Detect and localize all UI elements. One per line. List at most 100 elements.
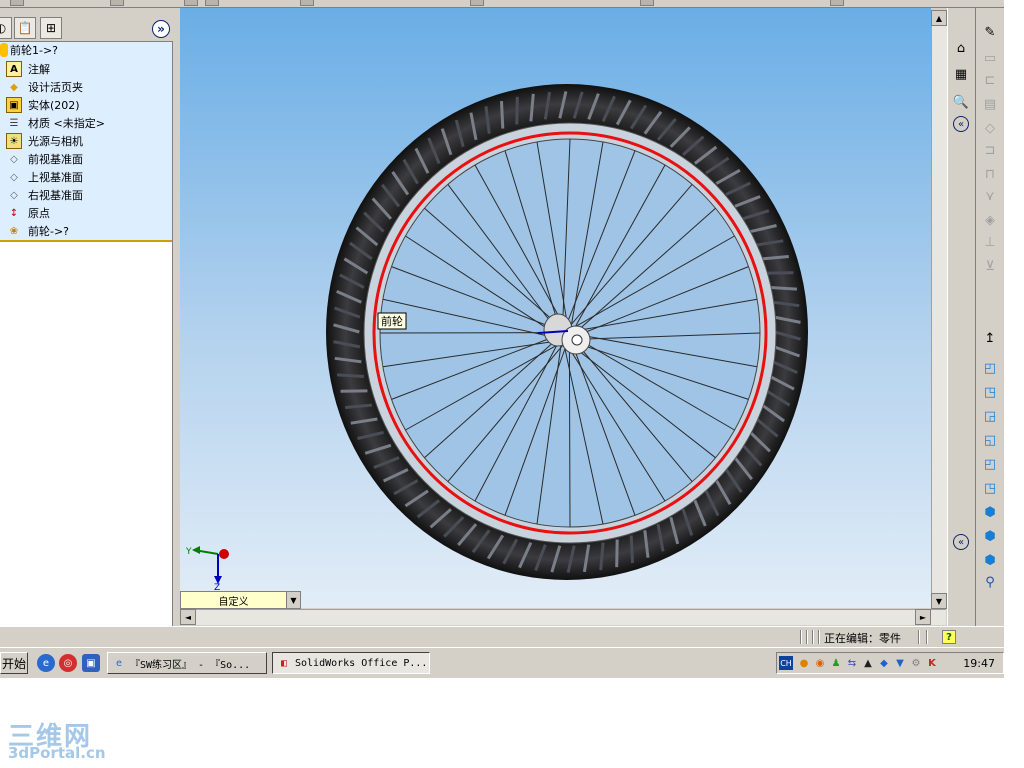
scroll-up-button[interactable]: ▲ [931, 10, 947, 26]
watermark-site: 3dPortal.cn [8, 744, 106, 762]
tree-item-label: 上视基准面 [28, 171, 83, 184]
wheel-group [326, 84, 808, 580]
qq-icon[interactable]: ● [797, 656, 811, 670]
start-button[interactable]: 开始 [0, 652, 28, 674]
tree-item-annotations[interactable]: A 注解 [6, 60, 50, 78]
security-icon[interactable]: ◆ [877, 656, 891, 670]
scroll-left-button[interactable]: ◄ [180, 609, 196, 625]
file-explorer-icon[interactable]: 🔍 [951, 92, 971, 112]
browser-icon[interactable]: ◎ [59, 654, 77, 672]
wheel-model[interactable]: 前轮 Y Z [180, 8, 931, 608]
tread-block [515, 96, 519, 125]
view-toolbar: ✎ ▭ ⊏ ▤ ◇ ⊐ ⊓ ⋎ ◈ ⊥ ⊻ ↥ ◰ ◳ ◲ ◱ ◰ ◳ ⬢ ⬢ … [975, 8, 1004, 626]
tree-item-design-binder[interactable]: ◆ 设计活页夹 [6, 78, 83, 96]
tree-item-lights-cameras[interactable]: ☀ 光源与相机 [6, 132, 83, 150]
user-icon[interactable]: ♟ [829, 656, 843, 670]
toolbar-button[interactable] [10, 0, 24, 6]
ie-icon[interactable]: e [37, 654, 55, 672]
tab-property-manager[interactable]: 📋 [14, 17, 36, 39]
normal-to-icon[interactable]: ↥ [980, 328, 1000, 348]
sketch-tool-icon[interactable]: ⊥ [980, 232, 1000, 252]
double-chevron-left-icon[interactable]: « [953, 534, 969, 550]
design-library-icon[interactable]: ▦ [951, 64, 971, 84]
sketch-tool-icon[interactable]: ⊐ [980, 140, 1000, 160]
home-icon[interactable]: ⌂ [951, 38, 971, 58]
double-chevron-left-icon[interactable]: « [953, 116, 969, 132]
pencil-icon[interactable]: ✎ [980, 22, 1000, 42]
sketch-tool-icon[interactable]: ◇ [980, 118, 1000, 138]
tree-item-right-plane[interactable]: ◇ 右视基准面 [6, 186, 83, 204]
vertical-scrollbar[interactable]: ▲ ▼ [931, 10, 947, 610]
k-app-icon[interactable]: K [925, 656, 939, 670]
bottom-view-icon[interactable]: ◳ [980, 478, 1000, 498]
scroll-down-button[interactable]: ▼ [931, 593, 947, 609]
task-label: 『SW练习区』 - 『So... [130, 659, 251, 671]
taskbar-window-solidworks[interactable]: ◧ SolidWorks Office P... [272, 652, 430, 674]
solidworks-icon: ◧ [280, 657, 288, 669]
trimetric-view-icon[interactable]: ⬢ [980, 526, 1000, 546]
desktop-icon[interactable]: ▣ [82, 654, 100, 672]
dimetric-view-icon[interactable]: ⬢ [980, 550, 1000, 570]
status-bar: 正在编辑：零件 ? [0, 626, 1004, 646]
right-view-icon[interactable]: ◱ [980, 430, 1000, 450]
tab-configuration-manager[interactable]: ⊞ [40, 17, 62, 39]
scroll-right-button[interactable]: ► [915, 609, 931, 625]
tree-item-part[interactable]: ❀ 前轮->? [6, 222, 69, 240]
toolbar-button[interactable] [205, 0, 219, 6]
sketch-tool-icon[interactable]: ⊻ [980, 256, 1000, 276]
toolbar-button[interactable] [640, 0, 654, 6]
isometric-view-icon[interactable]: ⬢ [980, 502, 1000, 522]
toolbar-button[interactable] [184, 0, 198, 6]
double-chevron-right-icon: » [157, 22, 165, 36]
chevron-down-icon[interactable]: ▼ [286, 592, 300, 608]
toolbar-button[interactable] [470, 0, 484, 6]
design-binder-icon: ◆ [10, 81, 18, 93]
network-icon[interactable]: ⇆ [845, 656, 859, 670]
annotation-icon: A [6, 61, 22, 77]
tree-item-origin[interactable]: ↕ 原点 [6, 204, 50, 222]
view-orientation-value: 自定义 [218, 596, 249, 608]
tree-item-front-plane[interactable]: ◇ 前视基准面 [6, 150, 83, 168]
lock-icon[interactable]: ▲ [861, 656, 875, 670]
messenger-icon[interactable]: ◉ [813, 656, 827, 670]
antivirus-icon[interactable]: ▼ [893, 656, 907, 670]
settings-icon[interactable]: ⚙ [909, 656, 923, 670]
expand-panel-button[interactable]: » [152, 20, 170, 38]
sketch-tool-icon[interactable]: ⋎ [980, 186, 1000, 206]
status-separator [918, 630, 920, 644]
taskbar-window-forum[interactable]: e 『SW练习区』 - 『So... [107, 652, 267, 674]
sketch-tool-icon[interactable]: ⊓ [980, 164, 1000, 184]
clock: 19:47 [963, 657, 995, 670]
left-view-icon[interactable]: ◲ [980, 406, 1000, 426]
tab-feature-tree[interactable]: ◐ [0, 17, 12, 39]
toolbar-button[interactable] [830, 0, 844, 6]
sketch-tool-icon[interactable]: ⊏ [980, 70, 1000, 90]
tree-item-solid-bodies[interactable]: ▣ 实体(202) [6, 96, 80, 114]
tooltip: 前轮 [377, 312, 407, 330]
front-view-icon[interactable]: ◰ [980, 358, 1000, 378]
graphics-area[interactable]: 前轮 Y Z [180, 8, 931, 608]
measure-icon[interactable]: ⚲ [980, 572, 1000, 592]
help-icon[interactable]: ? [942, 630, 956, 644]
sketch-tool-icon[interactable]: ▭ [980, 48, 1000, 68]
horizontal-scrollbar[interactable]: ◄ ► [180, 609, 946, 625]
solid-body-icon: ▣ [6, 97, 22, 113]
toolbar-button[interactable] [300, 0, 314, 6]
view-triad: Y Z [185, 546, 229, 593]
tree-item-material[interactable]: ☰ 材质 <未指定> [6, 114, 105, 132]
tree-item-label: 右视基准面 [28, 189, 83, 202]
input-language-indicator[interactable]: CH [779, 656, 793, 670]
top-view-icon[interactable]: ◰ [980, 454, 1000, 474]
tread-block [770, 286, 797, 291]
sketch-tool-icon[interactable]: ▤ [980, 94, 1000, 114]
watermark: 三维网 3dPortal.cn [8, 716, 108, 766]
view-orientation-select[interactable]: 自定义 ▼ [180, 591, 301, 609]
sketch-tool-icon[interactable]: ◈ [980, 210, 1000, 230]
tree-item-top-plane[interactable]: ◇ 上视基准面 [6, 168, 83, 186]
back-view-icon[interactable]: ◳ [980, 382, 1000, 402]
status-separator [926, 630, 928, 644]
toolbar-button[interactable] [110, 0, 124, 6]
tree-root[interactable]: 前轮1->? [0, 41, 58, 59]
origin-icon: ↕ [9, 207, 19, 219]
task-pane-tabs: ⌂ ▦ 🔍 « « [947, 8, 974, 628]
